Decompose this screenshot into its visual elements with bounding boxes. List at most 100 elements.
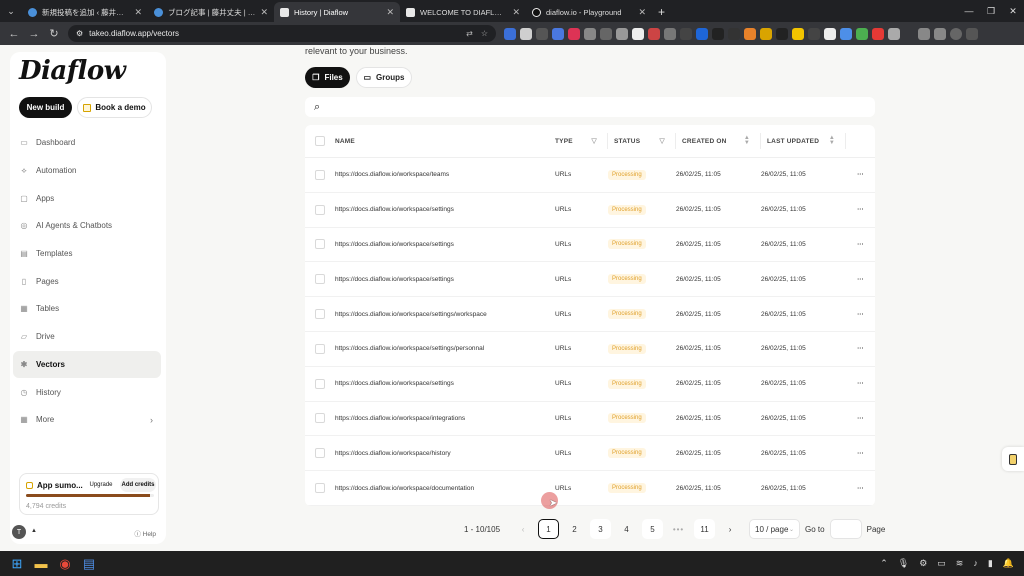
- browser-tab-3[interactable]: History | Diaflow ✕: [274, 2, 400, 22]
- table-row[interactable]: https://docs.diaflow.io/workspace/settin…: [305, 228, 875, 263]
- extension-icon[interactable]: [760, 27, 772, 40]
- minimize-icon[interactable]: —: [958, 0, 980, 22]
- table-row[interactable]: https://docs.diaflow.io/workspace/teams U…: [305, 158, 875, 193]
- row-menu-button[interactable]: ···: [846, 485, 875, 492]
- col-created[interactable]: CREATED ON ▲ ▼: [676, 133, 761, 149]
- window-close-icon[interactable]: ✕: [1002, 0, 1024, 22]
- search-input[interactable]: [326, 102, 847, 112]
- extension-icon[interactable]: [696, 27, 708, 40]
- volume-icon[interactable]: ♪: [973, 558, 978, 569]
- row-checkbox[interactable]: [315, 239, 325, 250]
- microphone-icon[interactable]: 🎙: [898, 558, 909, 569]
- extension-icon[interactable]: [504, 27, 516, 40]
- sort-icon[interactable]: ▲ ▼: [744, 135, 750, 146]
- download-icon[interactable]: [918, 27, 930, 40]
- extension-icon[interactable]: [584, 27, 596, 40]
- extension-icon[interactable]: [552, 27, 564, 40]
- url-field[interactable]: ⚙ takeo.diaflow.app/vectors ⇄ ☆: [68, 25, 496, 42]
- windows-start-icon[interactable]: ⊞: [6, 553, 28, 575]
- row-checkbox[interactable]: [315, 448, 325, 459]
- notification-bell-icon[interactable]: 🔔: [1003, 558, 1014, 569]
- page-3-button[interactable]: 3: [590, 519, 612, 539]
- row-checkbox[interactable]: [315, 343, 325, 354]
- upgrade-button[interactable]: Upgrade: [87, 478, 115, 492]
- avatar[interactable]: T: [12, 525, 26, 539]
- page-size-select[interactable]: 10 / page ⌄: [749, 519, 801, 539]
- row-menu-button[interactable]: ···: [846, 276, 875, 283]
- select-all-checkbox[interactable]: [315, 136, 325, 146]
- sidebar-item-tables[interactable]: ▦ Tables: [13, 295, 161, 323]
- browser-tab-2[interactable]: ブログ記事 | 藤井丈夫 | 起業家・ ✕: [148, 2, 274, 22]
- table-row[interactable]: https://docs.diaflow.io/workspace/integr…: [305, 402, 875, 437]
- sidebar-item-ai-agents[interactable]: ◎ AI Agents & Chatbots: [13, 212, 161, 240]
- new-tab-button[interactable]: +: [652, 2, 671, 22]
- settings-icon[interactable]: ⚙: [919, 558, 927, 569]
- row-checkbox[interactable]: [315, 204, 325, 215]
- extension-icon[interactable]: [680, 27, 692, 40]
- browser-tab-1[interactable]: 新規投稿を追加 ‹ 藤井丈夫 | 起 ✕: [22, 2, 148, 22]
- sidebar-item-automation[interactable]: ⟡ Automation: [13, 157, 161, 185]
- caret-up-icon[interactable]: ▲: [31, 528, 37, 534]
- row-checkbox[interactable]: [315, 483, 325, 494]
- row-menu-button[interactable]: ···: [846, 311, 875, 318]
- row-menu-button[interactable]: ···: [846, 450, 875, 457]
- close-icon[interactable]: ✕: [638, 7, 646, 18]
- sidepanel-icon[interactable]: [934, 27, 946, 40]
- extension-icon[interactable]: [856, 27, 868, 40]
- filter-icon[interactable]: ▽: [659, 137, 665, 145]
- extension-icon[interactable]: [824, 27, 836, 40]
- new-build-button[interactable]: New build: [19, 97, 72, 118]
- page-1-button[interactable]: 1: [538, 519, 560, 539]
- extension-icon[interactable]: [648, 27, 660, 40]
- more-pages-ellipsis[interactable]: •••: [668, 525, 689, 534]
- notepad-icon[interactable]: ▤: [78, 553, 100, 575]
- back-icon[interactable]: ←: [4, 24, 24, 44]
- sidebar-item-templates[interactable]: ▤ Templates: [13, 240, 161, 268]
- help-link[interactable]: ⓘ Help: [134, 528, 156, 538]
- extension-icon[interactable]: [872, 27, 884, 40]
- goto-page-input[interactable]: [829, 519, 862, 539]
- chrome-icon[interactable]: ◉: [54, 553, 76, 575]
- display-icon[interactable]: ▭: [937, 558, 946, 569]
- close-icon[interactable]: ✕: [134, 7, 142, 18]
- next-page-button[interactable]: ›: [720, 525, 740, 534]
- tab-files[interactable]: ❐ Files: [305, 67, 350, 88]
- sidebar-item-history[interactable]: ◷ History: [13, 378, 161, 406]
- close-icon[interactable]: ✕: [386, 7, 394, 18]
- extension-icon[interactable]: [776, 27, 788, 40]
- browser-tab-5[interactable]: diaflow.io - Playground ✕: [526, 2, 652, 22]
- col-updated[interactable]: LAST UPDATED ▲ ▼: [761, 133, 846, 149]
- close-icon[interactable]: ✕: [512, 7, 520, 18]
- row-checkbox[interactable]: [315, 169, 325, 180]
- row-menu-button[interactable]: ···: [846, 241, 875, 248]
- col-status[interactable]: STATUS ▽: [608, 133, 676, 149]
- extension-icon[interactable]: [520, 27, 532, 40]
- extension-icon[interactable]: [728, 27, 740, 40]
- extension-icon[interactable]: [600, 27, 612, 40]
- extension-icon[interactable]: [744, 27, 756, 40]
- row-menu-button[interactable]: ···: [846, 380, 875, 387]
- col-type[interactable]: TYPE ▽: [555, 133, 608, 149]
- row-checkbox[interactable]: [315, 274, 325, 285]
- wifi-icon[interactable]: ≋: [956, 558, 964, 569]
- battery-icon[interactable]: ▮: [988, 558, 993, 569]
- table-row[interactable]: https://docs.diaflow.io/workspace/settin…: [305, 262, 875, 298]
- translate-icon[interactable]: ⇄: [466, 29, 473, 38]
- menu-icon[interactable]: [966, 27, 978, 40]
- browser-tab-4[interactable]: WELCOME TO DIAFLOW | Diaf ✕: [400, 2, 526, 22]
- row-menu-button[interactable]: ···: [846, 171, 875, 178]
- site-info-icon[interactable]: ⚙: [76, 29, 83, 38]
- row-checkbox[interactable]: [315, 413, 325, 424]
- tab-groups[interactable]: ▭ Groups: [356, 67, 412, 88]
- extension-icon[interactable]: [792, 27, 804, 40]
- bookmark-star-icon[interactable]: ☆: [481, 29, 488, 38]
- row-checkbox[interactable]: [315, 378, 325, 389]
- prev-page-button[interactable]: ‹: [513, 525, 533, 534]
- diaflow-logo[interactable]: Diaflow: [19, 56, 126, 86]
- page-last-button[interactable]: 11: [694, 519, 716, 539]
- extension-icon[interactable]: [536, 27, 548, 40]
- row-checkbox[interactable]: [315, 309, 325, 320]
- page-5-button[interactable]: 5: [642, 519, 664, 539]
- extension-icon[interactable]: [840, 27, 852, 40]
- puzzle-icon[interactable]: [888, 27, 900, 40]
